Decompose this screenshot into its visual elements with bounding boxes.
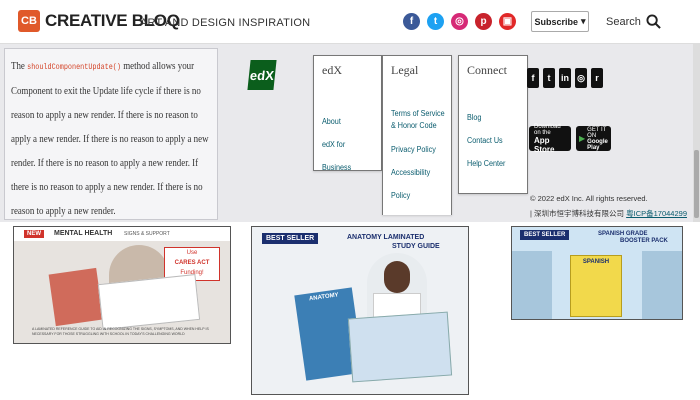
subscribe-button[interactable]: Subscribe ▾ <box>531 11 589 32</box>
book-label: SPANISH <box>582 259 610 265</box>
shelf-left <box>512 251 552 319</box>
ad-tag: BEST SELLER <box>262 233 319 244</box>
search-icon <box>646 14 661 29</box>
footer-link-about[interactable]: About <box>322 110 375 133</box>
article-text-panel: The shouldComponentUpdate() method allow… <box>4 48 218 220</box>
ad-banner-anatomy[interactable]: BEST SELLER ANATOMY LAMINATED STUDY GUID… <box>251 226 469 395</box>
flipboard-icon[interactable]: ▣ <box>499 13 516 30</box>
ad-title-line-2: STUDY GUIDE <box>392 243 440 250</box>
icp-link[interactable]: 粤ICP备17044299 <box>626 209 687 218</box>
ad-banner-mental-health[interactable]: NEW MENTAL HEALTH SIGNS & SUPPORT Use CA… <box>13 226 231 344</box>
caret-down-icon: ▾ <box>580 16 586 26</box>
linkedin-icon[interactable]: in <box>559 68 571 88</box>
logo-badge: CB <box>18 10 40 32</box>
scrollbar-thumb[interactable] <box>694 150 699 218</box>
ad-tag: BEST SELLER <box>520 230 570 240</box>
footer-link-terms[interactable]: Terms of Service & Honor Code <box>391 108 447 132</box>
copyright-text: © 2022 edX Inc. All rights reserved. <box>530 194 648 203</box>
footer-column-legal: Legal Terms of Service & Honor Code Priv… <box>382 55 452 215</box>
shelf-right <box>642 251 682 319</box>
ad-tag: NEW <box>24 230 44 238</box>
article-paragraph: The shouldComponentUpdate() method allow… <box>11 61 209 217</box>
inline-code: shouldComponentUpdate() <box>27 63 121 72</box>
footer-link-privacy[interactable]: Privacy Policy <box>391 138 445 161</box>
company-name: | 深圳市恒宇博科技有限公司 <box>530 209 627 218</box>
social-links: f t ◎ p ▣ <box>403 13 516 30</box>
ad-title-line-2: BOOSTER PACK <box>620 238 668 244</box>
guide-card-left <box>48 267 104 327</box>
instagram-icon[interactable]: ◎ <box>451 13 468 30</box>
doctor-head <box>384 261 410 293</box>
footer-heading: edX <box>322 63 342 77</box>
footer-link-edx-for-business[interactable]: edX for Business <box>322 133 375 179</box>
footer-link-blog[interactable]: Blog <box>467 106 521 129</box>
ad-subtitle: SIGNS & SUPPORT <box>124 231 170 237</box>
reddit-icon[interactable]: r <box>591 68 603 88</box>
footer-link-help[interactable]: Help Center <box>467 152 521 175</box>
google-play-badge[interactable]: ▶ GET IT ON Google Play <box>576 126 611 151</box>
twitter-icon[interactable]: t <box>543 68 555 88</box>
spanish-card: SPANISH <box>570 255 622 317</box>
pinterest-icon[interactable]: p <box>475 13 492 30</box>
ad-title: SPANISH GRADE <box>598 231 648 237</box>
anatomy-card-right <box>347 311 453 383</box>
footer-link-accessibility[interactable]: Accessibility Policy <box>391 161 445 207</box>
site-tagline: ART AND DESIGN INSPIRATION <box>140 17 311 29</box>
ad-footnote: A LAMINATED REFERENCE GUIDE TO AID IN RE… <box>32 327 209 336</box>
app-store-badge[interactable]: Download on the App Store <box>529 123 571 154</box>
book-label: ANATOMY <box>308 292 340 303</box>
callout-line: CARES ACT <box>174 260 210 266</box>
badge-big-text: App Store <box>534 135 555 154</box>
subscribe-label: Subscribe <box>534 16 578 27</box>
facebook-icon[interactable]: f <box>527 68 539 88</box>
guide-card-right <box>97 274 201 330</box>
edx-logo[interactable]: edX <box>247 60 277 90</box>
site-header: CB CREATIVE BLOQ ART AND DESIGN INSPIRAT… <box>0 0 700 44</box>
search-label: Search <box>606 15 641 28</box>
badge-small-text: GET IT ON <box>587 126 607 139</box>
facebook-icon[interactable]: f <box>403 13 420 30</box>
icp-license: | 深圳市恒宇博科技有限公司 粤ICP备17044299 <box>530 208 687 219</box>
ad-banner-spanish[interactable]: BEST SELLER SPANISH GRADE BOOSTER PACK S… <box>511 226 683 320</box>
ad-title: MENTAL HEALTH <box>54 230 113 237</box>
footer-column-connect: Connect Blog Contact Us Help Center <box>458 55 528 194</box>
search-button[interactable]: Search <box>606 14 661 29</box>
callout-line: Use <box>186 250 198 256</box>
footer-column-edx: edX About edX for Business <box>313 55 382 172</box>
instagram-icon[interactable]: ◎ <box>575 68 587 88</box>
edx-social-links: f t in ◎ r <box>527 68 603 88</box>
badge-big-text: Google Play <box>587 138 608 151</box>
badge-small-text: Download on the <box>534 123 561 136</box>
play-icon: ▶ <box>579 134 586 143</box>
ad-title: ANATOMY LAMINATED <box>347 234 425 241</box>
footer-heading: Connect <box>467 63 507 77</box>
twitter-icon[interactable]: t <box>427 13 444 30</box>
footer-heading: Legal <box>391 63 419 77</box>
footer-link-contact[interactable]: Contact Us <box>467 129 521 152</box>
